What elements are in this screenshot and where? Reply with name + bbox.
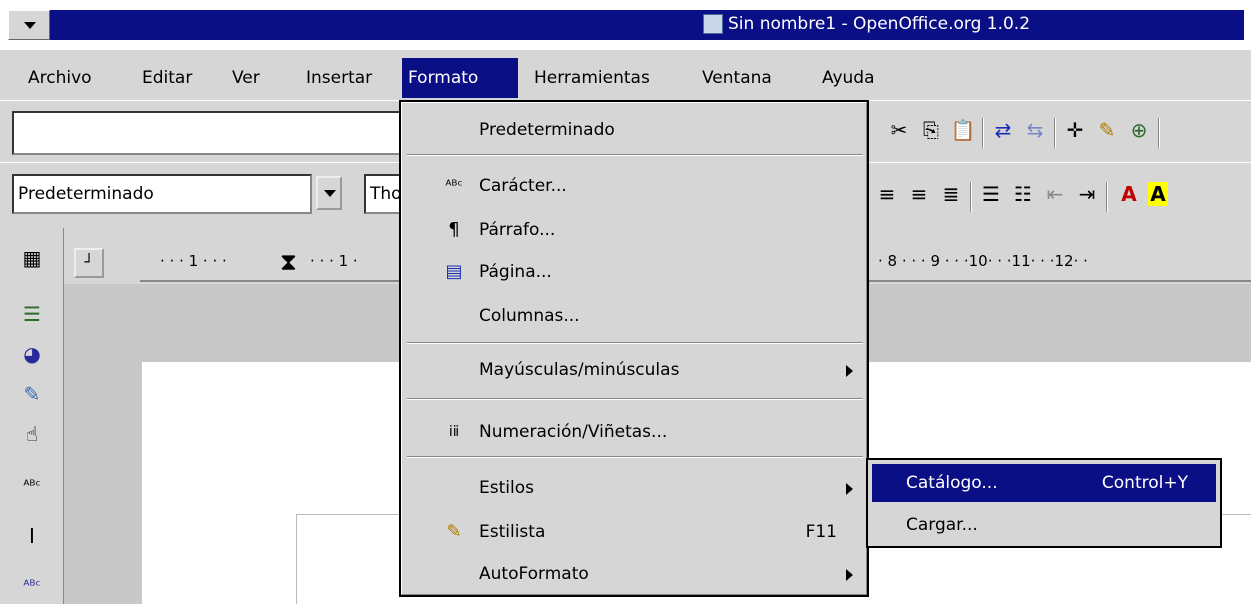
align-right-icon[interactable]: ≡	[906, 182, 932, 206]
menu-ayuda[interactable]: Ayuda	[816, 58, 881, 98]
align-center-icon[interactable]: ≡	[874, 182, 900, 206]
navigator-icon[interactable]: ✛	[1062, 118, 1088, 142]
numbering-icon: ⅰⅱ	[448, 424, 460, 440]
menu-separator	[407, 342, 863, 344]
menu-item-label: Estilos	[479, 478, 534, 498]
bullets-icon[interactable]: ☷	[1010, 182, 1036, 206]
stylist-icon: ✎	[446, 521, 462, 542]
chevron-down-icon	[324, 190, 336, 197]
menu-item-predeterminado[interactable]: Predeterminado	[407, 112, 863, 148]
menu-item-label: Numeración/Viñetas...	[479, 422, 668, 442]
menu-bar: Archivo Editar Ver Insertar Formato Herr…	[0, 58, 1251, 100]
indent-marker-icon[interactable]: ⧗	[280, 248, 297, 276]
menu-ventana[interactable]: Ventana	[696, 58, 778, 98]
form-functions-icon[interactable]: ☝	[18, 420, 46, 448]
menu-insertar[interactable]: Insertar	[300, 58, 378, 98]
autospellcheck-icon[interactable]: ᴬᴮᶜ	[18, 472, 46, 500]
document-icon	[703, 14, 723, 34]
submenu-arrow-icon	[846, 569, 853, 581]
toolbar-separator	[1158, 118, 1160, 148]
menu-item-label: Catálogo...	[906, 473, 998, 493]
menu-item-autoformato[interactable]: AutoFormato	[407, 556, 863, 592]
menu-item-mayusculas[interactable]: Mayúsculas/minúsculas	[407, 352, 863, 388]
window-title: Sin nombre1 - OpenOffice.org 1.0.2	[728, 14, 1031, 34]
main-toolbar: ▦ ☰ ◕ ✎ ☝ ᴬᴮᶜ I ᴬᴮᶜ	[0, 228, 64, 604]
insert-table-icon[interactable]: ▦	[18, 244, 46, 272]
function-toolbar-icons: ✂ ⎘ 📋 ⇄ ⇆ ✛ ✎ ⊕	[880, 118, 1251, 148]
menu-separator	[407, 154, 863, 156]
increase-indent-icon[interactable]: ⇥	[1074, 182, 1100, 206]
toolbar-separator	[982, 118, 984, 148]
ruler-scale-right: · 8 · · · 9 · · ·10· · ·11· · ·12· ·	[878, 252, 1088, 270]
menu-item-columnas[interactable]: Columnas...	[407, 298, 863, 334]
text-boundary	[296, 514, 297, 604]
decrease-indent-icon[interactable]: ⇤	[1042, 182, 1068, 206]
menu-formato[interactable]: Formato	[402, 58, 518, 98]
menu-item-pagina[interactable]: ▤ Página...	[407, 254, 863, 290]
ruler-scale-left: · · · 1 · · ·	[160, 252, 227, 270]
justify-icon[interactable]: ≣	[938, 182, 964, 206]
menu-item-parrafo[interactable]: ¶ Párrafo...	[407, 212, 863, 248]
paragraph-style-dropdown-button[interactable]	[316, 176, 342, 210]
menu-item-label: Carácter...	[479, 176, 567, 196]
submenu-arrow-icon	[846, 483, 853, 495]
menu-item-catalogo[interactable]: Catálogo... Control+Y	[872, 464, 1216, 502]
menu-archivo[interactable]: Archivo	[22, 58, 98, 98]
highlight-icon[interactable]: A	[1148, 182, 1168, 206]
tab-type-button[interactable]: ┘	[74, 248, 104, 278]
title-bar[interactable]	[8, 10, 1244, 40]
menu-separator	[407, 398, 863, 400]
url-input[interactable]	[12, 111, 432, 155]
menu-item-label: Mayúsculas/minúsculas	[479, 360, 680, 380]
format-menu: Predeterminado ᴬᴮᶜ Carácter... ¶ Párrafo…	[399, 100, 869, 597]
menu-separator	[407, 456, 863, 458]
toolbar-separator	[970, 182, 972, 212]
numbering-icon[interactable]: ☰	[978, 182, 1004, 206]
styles-submenu: Catálogo... Control+Y Cargar...	[866, 458, 1222, 548]
font-color-icon[interactable]: A	[1116, 182, 1142, 206]
toolbar-separator	[1054, 118, 1056, 148]
redo-icon[interactable]: ⇆	[1022, 118, 1048, 142]
menu-item-label: Página...	[479, 262, 552, 282]
submenu-arrow-icon	[846, 365, 853, 377]
menu-item-caracter[interactable]: ᴬᴮᶜ Carácter...	[407, 168, 863, 204]
menu-item-label: Cargar...	[906, 515, 978, 535]
menu-item-numeracion[interactable]: ⅰⅱ Numeración/Viñetas...	[407, 414, 863, 450]
menu-ver[interactable]: Ver	[226, 58, 266, 98]
menu-item-label: Estilista	[479, 522, 546, 542]
menu-item-shortcut: F11	[805, 522, 837, 542]
menu-item-label: Párrafo...	[479, 220, 556, 240]
text-cursor-icon[interactable]: I	[18, 522, 46, 550]
menu-herramientas[interactable]: Herramientas	[528, 58, 656, 98]
spellcheck-icon[interactable]: ᴬᴮᶜ	[18, 572, 46, 600]
page-icon: ▤	[445, 261, 463, 282]
show-draw-functions-icon[interactable]: ✎	[18, 380, 46, 408]
window-menu-button[interactable]	[8, 10, 50, 40]
menu-item-label: AutoFormato	[479, 564, 589, 584]
insert-object-icon[interactable]: ◕	[18, 340, 46, 368]
insert-fields-icon[interactable]: ☰	[18, 300, 46, 328]
undo-icon[interactable]: ⇄	[990, 118, 1016, 142]
paragraph-icon: ¶	[448, 219, 460, 240]
toolbar-separator	[1106, 182, 1108, 212]
menu-editar[interactable]: Editar	[136, 58, 198, 98]
copy-icon[interactable]: ⎘	[918, 118, 944, 142]
menu-item-estilista[interactable]: ✎ Estilista F11	[407, 514, 863, 550]
chevron-down-icon	[24, 22, 36, 29]
character-icon: ᴬᴮᶜ	[445, 178, 463, 194]
hyperlink-icon[interactable]: ⊕	[1126, 118, 1152, 142]
format-toolbar-icons: ≡ ≡ ≣ ☰ ☷ ⇤ ⇥ A A	[870, 182, 1251, 212]
paste-icon[interactable]: 📋	[950, 118, 976, 142]
menu-item-shortcut: Control+Y	[1101, 473, 1188, 493]
ruler-scale-mid: · · · 1 ·	[310, 252, 358, 270]
menu-item-estilos[interactable]: Estilos	[407, 470, 863, 506]
cut-icon[interactable]: ✂	[886, 118, 912, 142]
paragraph-style-select[interactable]: Predeterminado	[12, 174, 312, 214]
menu-item-cargar[interactable]: Cargar...	[872, 506, 1216, 544]
stylist-icon[interactable]: ✎	[1094, 118, 1120, 142]
menu-item-label: Columnas...	[479, 306, 580, 326]
menu-item-label: Predeterminado	[479, 120, 615, 140]
